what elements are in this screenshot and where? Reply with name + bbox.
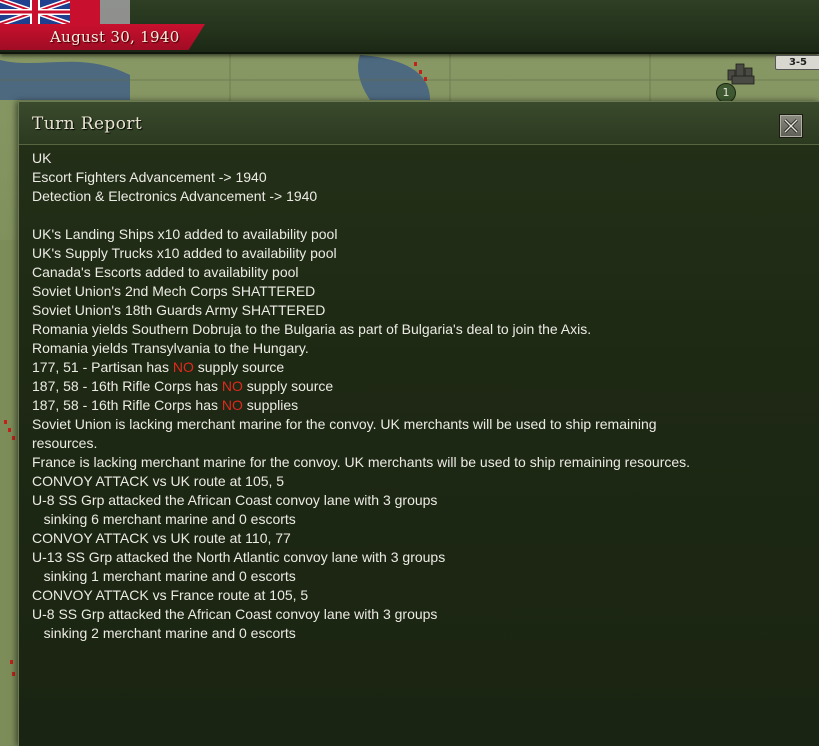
report-text: Escort Fighters Advancement -> 1940 (32, 169, 267, 185)
report-line: U-13 SS Grp attacked the North Atlantic … (32, 548, 802, 567)
report-text: Soviet Union is lacking merchant marine … (32, 416, 657, 432)
report-text: Romania yields Transylvania to the Hunga… (32, 340, 309, 356)
report-text: sinking 1 merchant marine and 0 escorts (32, 568, 296, 584)
report-highlight-no: NO (172, 359, 194, 375)
report-line: Soviet Union's 18th Guards Army SHATTERE… (32, 301, 802, 320)
report-text: supply source (242, 378, 334, 394)
report-line (32, 206, 802, 225)
report-text: UK's Landing Ships x10 added to availabi… (32, 226, 338, 242)
report-line: UK's Supply Trucks x10 added to availabi… (32, 244, 802, 263)
report-line: sinking 6 merchant marine and 0 escorts (32, 510, 802, 529)
report-line: Romania yields Transylvania to the Hunga… (32, 339, 802, 358)
report-text: U-8 SS Grp attacked the African Coast co… (32, 606, 438, 622)
city-count-marker[interactable]: 1 (716, 83, 736, 103)
top-bar: August 30, 1940 (0, 0, 819, 54)
report-line: resources. (32, 434, 802, 453)
report-text: UK's Supply Trucks x10 added to availabi… (32, 245, 337, 261)
report-text: CONVOY ATTACK vs France route at 105, 5 (32, 587, 309, 603)
report-text: supply source (193, 359, 285, 375)
report-text: Soviet Union's 18th Guards Army SHATTERE… (32, 302, 326, 318)
report-highlight-no: NO (221, 397, 243, 413)
report-line: Escort Fighters Advancement -> 1940 (32, 168, 802, 187)
report-text: UK (32, 150, 52, 166)
report-line: sinking 2 merchant marine and 0 escorts (32, 624, 802, 643)
report-text: supplies (242, 397, 299, 413)
report-line: France is lacking merchant marine for th… (32, 453, 802, 472)
report-line: CONVOY ATTACK vs UK route at 110, 77 (32, 529, 802, 548)
unit-strength-badge[interactable]: 3-5 (775, 55, 819, 70)
report-text: Canada's Escorts added to availability p… (32, 264, 299, 280)
report-line: 177, 51 - Partisan has NO supply source (32, 358, 802, 377)
report-line: 187, 58 - 16th Rifle Corps has NO suppli… (32, 396, 802, 415)
report-text: France is lacking merchant marine for th… (32, 454, 691, 470)
close-button[interactable] (779, 114, 803, 138)
dialog-header: Turn Report (19, 102, 819, 145)
report-text: U-8 SS Grp attacked the African Coast co… (32, 492, 438, 508)
report-text: U-13 SS Grp attacked the North Atlantic … (32, 549, 446, 565)
report-text: sinking 6 merchant marine and 0 escorts (32, 511, 296, 527)
report-line: Canada's Escorts added to availability p… (32, 263, 802, 282)
report-highlight-no: NO (221, 378, 243, 394)
report-log: UK Escort Fighters Advancement -> 1940 Det… (32, 149, 802, 643)
report-line: Soviet Union's 2nd Mech Corps SHATTERED (32, 282, 802, 301)
report-line: CONVOY ATTACK vs France route at 105, 5 (32, 586, 802, 605)
uk-flag-icon (0, 0, 130, 24)
report-text: CONVOY ATTACK vs UK route at 110, 77 (32, 530, 291, 546)
report-line: UK's Landing Ships x10 added to availabi… (32, 225, 802, 244)
turn-report-dialog: Turn Report UK Escort Fighters Advancemen… (18, 101, 819, 746)
report-line: Soviet Union is lacking merchant marine … (32, 415, 802, 434)
report-text: CONVOY ATTACK vs UK route at 105, 5 (32, 473, 285, 489)
report-line: 187, 58 - 16th Rifle Corps has NO supply… (32, 377, 802, 396)
report-text: 187, 58 - 16th Rifle Corps has (32, 378, 222, 394)
report-text: Romania yields Southern Dobruja to the B… (32, 321, 592, 337)
report-text: sinking 2 merchant marine and 0 escorts (32, 625, 296, 641)
report-text: Soviet Union's 2nd Mech Corps SHATTERED (32, 283, 316, 299)
report-line: Detection & Electronics Advancement -> 1… (32, 187, 802, 206)
dialog-title: Turn Report (32, 114, 143, 134)
report-text: 187, 58 - 16th Rifle Corps has (32, 397, 222, 413)
report-line: U-8 SS Grp attacked the African Coast co… (32, 605, 802, 624)
report-text: Detection & Electronics Advancement -> 1… (32, 188, 318, 204)
report-line: CONVOY ATTACK vs UK route at 105, 5 (32, 472, 802, 491)
report-line: UK (32, 149, 802, 168)
report-line: sinking 1 merchant marine and 0 escorts (32, 567, 802, 586)
report-line: U-8 SS Grp attacked the African Coast co… (32, 491, 802, 510)
current-date: August 30, 1940 (50, 28, 180, 46)
close-icon (783, 118, 799, 134)
report-text: 177, 51 - Partisan has (32, 359, 173, 375)
report-line: Romania yields Southern Dobruja to the B… (32, 320, 802, 339)
report-text: resources. (32, 435, 98, 451)
